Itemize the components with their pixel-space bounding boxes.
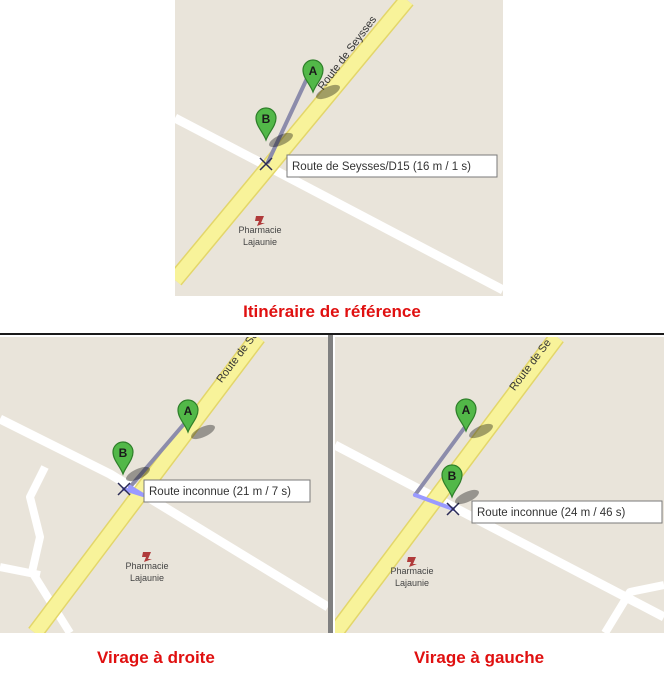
poi-label: Lajaunie: [130, 573, 164, 583]
marker-label: A: [309, 64, 318, 78]
poi-label: Lajaunie: [243, 237, 277, 247]
map-panel-right-turn[interactable]: Route de Se Pharmacie Lajaunie B A Route inco…: [0, 337, 328, 633]
poi-label: Pharmacie: [390, 566, 433, 576]
route-tooltip: Route de Seysses/D15 (16 m / 1 s): [286, 154, 498, 178]
poi-label: Lajaunie: [395, 578, 429, 588]
marker-label: B: [119, 446, 128, 460]
marker-label: B: [262, 112, 271, 126]
poi-label: Pharmacie: [125, 561, 168, 571]
tooltip-text: Route inconnue (24 m / 46 s): [477, 507, 625, 519]
route-tooltip: Route inconnue (21 m / 7 s): [143, 479, 311, 503]
caption-left-turn: Virage à gauche: [414, 648, 545, 667]
tooltip-text: Route inconnue (21 m / 7 s): [149, 486, 291, 498]
map-panel-reference[interactable]: Route de Seysses Pharmacie Lajaunie B A Route…: [175, 0, 503, 296]
caption-reference: Itinéraire de référence: [243, 302, 421, 321]
marker-label: A: [462, 403, 471, 417]
caption-right-turn: Virage à droite: [97, 648, 215, 667]
route-tooltip: Route inconnue (24 m / 46 s): [471, 500, 663, 524]
tooltip-text: Route de Seysses/D15 (16 m / 1 s): [292, 161, 471, 173]
marker-label: A: [184, 404, 193, 418]
map-panel-left-turn[interactable]: Route de Se Pharmacie Lajaunie B A Route inco…: [335, 337, 664, 633]
marker-label: B: [448, 469, 457, 483]
poi-label: Pharmacie: [238, 225, 281, 235]
vertical-divider: [328, 335, 333, 633]
